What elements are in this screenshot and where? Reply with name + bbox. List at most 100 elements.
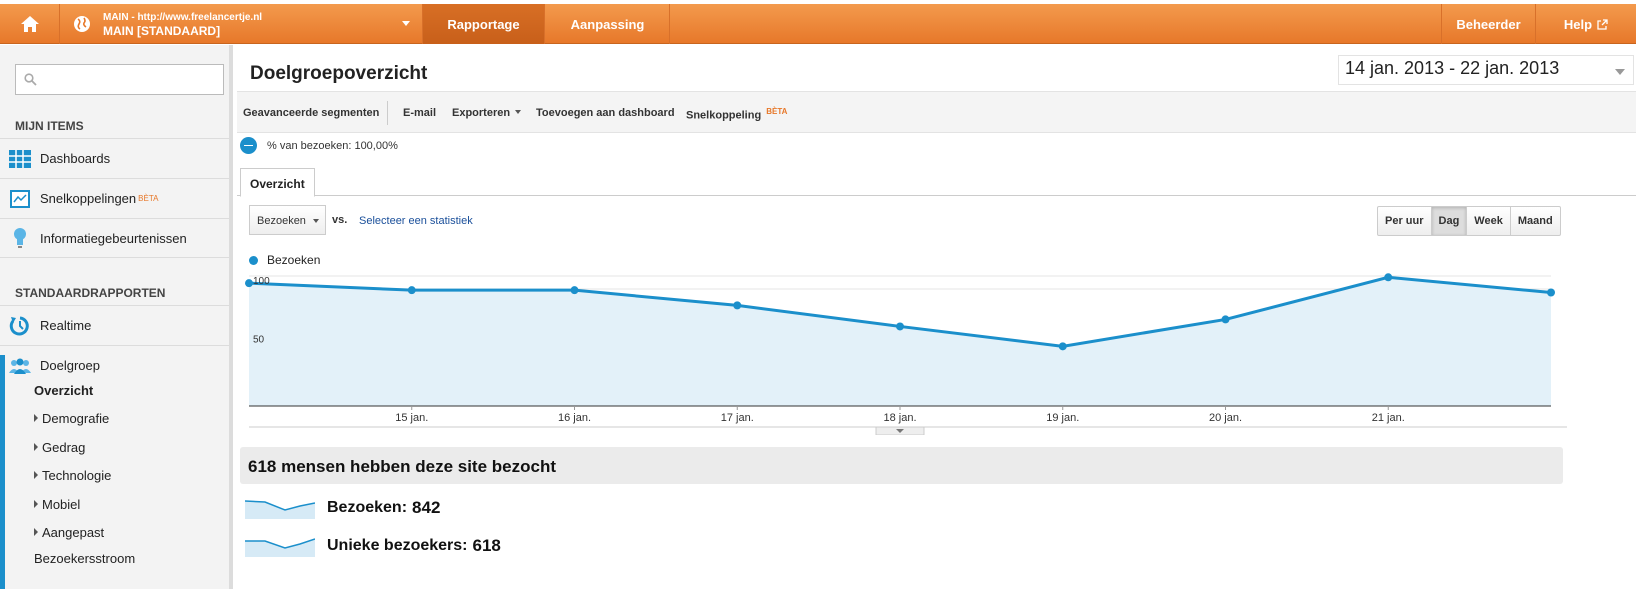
stat-unique-visitors: Unieke bezoekers: 618 xyxy=(245,535,501,557)
y-tick-label: 50 xyxy=(253,335,265,346)
search-icon xyxy=(24,73,37,86)
tab-reporting[interactable]: Rapportage xyxy=(423,4,545,44)
visits-chart: 100 50 15 jan. 16 jan. 17 jan. 18 jan. 19 jan.… xyxy=(245,273,1567,435)
sidebar-subitem-label: Gedrag xyxy=(42,440,86,455)
shortcut-button[interactable]: Snelkoppeling BÈTA xyxy=(686,107,787,122)
beta-badge: BÈTA xyxy=(766,107,788,116)
toolbar-divider xyxy=(387,101,388,125)
data-point xyxy=(407,286,416,295)
chevron-down-icon xyxy=(313,219,319,223)
tab-admin[interactable]: Beheerder xyxy=(1441,4,1536,44)
granularity-month[interactable]: Maand xyxy=(1511,207,1560,235)
caret-right-icon xyxy=(34,528,38,536)
data-point xyxy=(1547,288,1555,297)
y-tick-label: 100 xyxy=(253,276,270,287)
x-tick-label: 16 jan. xyxy=(558,412,591,424)
page-title: Doelgroepoverzicht xyxy=(250,63,428,84)
sidebar-item-dashboards[interactable]: Dashboards xyxy=(0,138,233,178)
sidebar-item-label: Informatiegebeurtenissen xyxy=(40,230,187,246)
standard-reports-heading: STANDAARDRAPPORTEN xyxy=(15,286,166,300)
sidebar-subitem-custom[interactable]: Aangepast xyxy=(34,525,104,540)
granularity-week[interactable]: Week xyxy=(1467,207,1511,235)
beta-badge: BÈTA xyxy=(138,194,159,203)
sidebar-item-realtime[interactable]: Realtime xyxy=(0,305,233,345)
main-content: Doelgroepoverzicht 14 jan. 2013 - 22 jan… xyxy=(237,45,1636,589)
sidebar-item-audience[interactable]: Doelgroep xyxy=(0,345,233,385)
segment-label: % van bezoeken: 100,00% xyxy=(267,139,398,152)
sidebar: MIJN ITEMS Dashboards Snelkoppelingen BÈ… xyxy=(0,45,233,589)
sidebar-subitem-label: Technologie xyxy=(42,468,112,483)
metric-select-value: Bezoeken xyxy=(257,215,306,227)
stat-value: 618 xyxy=(472,536,501,555)
help-link[interactable]: Help xyxy=(1536,4,1636,44)
account-selector[interactable]: MAIN - http://www.freelancertje.nl MAIN … xyxy=(61,4,423,44)
sidebar-subitem-behavior[interactable]: Gedrag xyxy=(34,440,85,455)
sidebar-subitem-mobile[interactable]: Mobiel xyxy=(34,497,80,512)
chevron-down-icon xyxy=(402,21,410,26)
x-tick-label: 21 jan. xyxy=(1372,412,1405,424)
sidebar-subitem-overview[interactable]: Overzicht xyxy=(34,383,93,398)
add-to-dashboard-button[interactable]: Toevoegen aan dashboard xyxy=(536,107,675,119)
advanced-segments-button[interactable]: Geavanceerde segmenten xyxy=(243,107,379,119)
sidebar-item-label: Realtime xyxy=(40,318,92,333)
sidebar-subitem-label: Mobiel xyxy=(42,497,81,512)
export-button[interactable]: Exporteren xyxy=(452,107,522,119)
sidebar-item-label: Doelgroep xyxy=(40,358,100,373)
caret-right-icon xyxy=(34,443,38,451)
caret-right-icon xyxy=(34,471,38,479)
realtime-icon xyxy=(9,316,29,335)
summary-banner: 618 mensen hebben deze site bezocht xyxy=(240,447,1563,484)
data-point xyxy=(1058,342,1067,351)
legend-label: Bezoeken xyxy=(267,253,321,267)
shortcut-label: Snelkoppeling xyxy=(686,109,762,122)
email-button[interactable]: E-mail xyxy=(403,107,436,119)
x-tick-label: 18 jan. xyxy=(883,412,916,424)
metric-select[interactable]: Bezoeken xyxy=(249,205,326,235)
x-tick-label: 19 jan. xyxy=(1046,412,1079,424)
help-label: Help xyxy=(1563,16,1593,32)
tab-customization[interactable]: Aanpassing xyxy=(546,4,670,44)
x-tick-label: 20 jan. xyxy=(1209,412,1242,424)
date-range-picker[interactable]: 14 jan. 2013 - 22 jan. 2013 xyxy=(1338,55,1634,85)
external-link-icon xyxy=(1597,18,1608,30)
export-label: Exporteren xyxy=(452,107,511,119)
sparkline-unique-visitors xyxy=(245,538,315,557)
chart-legend: Bezoeken xyxy=(249,253,320,267)
sidebar-subitem-visitors-flow[interactable]: Bezoekersstroom xyxy=(34,551,135,566)
sidebar-item-intelligence-events[interactable]: Informatiegebeurtenissen xyxy=(0,218,233,258)
lightbulb-icon xyxy=(14,228,26,248)
data-point xyxy=(1384,273,1393,282)
sidebar-subitem-label: Aangepast xyxy=(42,525,105,540)
tab-overview[interactable]: Overzicht xyxy=(240,168,315,197)
date-separator: - xyxy=(1449,58,1456,78)
grid-icon xyxy=(9,149,31,168)
sidebar-item-shortcuts[interactable]: Snelkoppelingen BÈTA xyxy=(0,178,233,218)
stat-visits: Bezoeken: 842 xyxy=(245,497,440,519)
x-tick-label: 17 jan. xyxy=(721,412,754,424)
sidebar-subitem-technology[interactable]: Technologie xyxy=(34,468,111,483)
granularity-hourly[interactable]: Per uur xyxy=(1378,207,1432,235)
stat-value: 842 xyxy=(412,498,441,517)
account-name: MAIN [STANDAARD] xyxy=(103,24,221,38)
home-icon xyxy=(20,16,39,32)
segment-indicator: % van bezoeken: 100,00% xyxy=(240,137,398,154)
report-tabs: Overzicht xyxy=(237,168,1636,197)
select-metric-link[interactable]: Selecteer een statistiek xyxy=(359,215,473,227)
active-section-indicator xyxy=(0,355,5,589)
stat-label: Bezoeken: xyxy=(327,499,408,516)
globe-icon xyxy=(74,16,90,32)
data-point xyxy=(733,301,742,310)
sidebar-subitem-demographics[interactable]: Demografie xyxy=(34,411,109,426)
segment-dot-icon xyxy=(240,137,257,154)
granularity-day[interactable]: Dag xyxy=(1431,207,1468,235)
my-items-heading: MIJN ITEMS xyxy=(15,119,84,133)
sidebar-search[interactable] xyxy=(15,64,224,95)
chevron-down-icon xyxy=(1615,69,1625,75)
sidebar-item-label: Dashboards xyxy=(40,151,111,166)
home-button[interactable] xyxy=(0,4,60,44)
caret-right-icon xyxy=(34,414,38,422)
data-point xyxy=(896,322,904,331)
date-start: 14 jan. 2013 xyxy=(1345,58,1445,78)
shortcut-icon xyxy=(10,189,30,208)
stat-label: Unieke bezoekers: xyxy=(327,537,468,554)
